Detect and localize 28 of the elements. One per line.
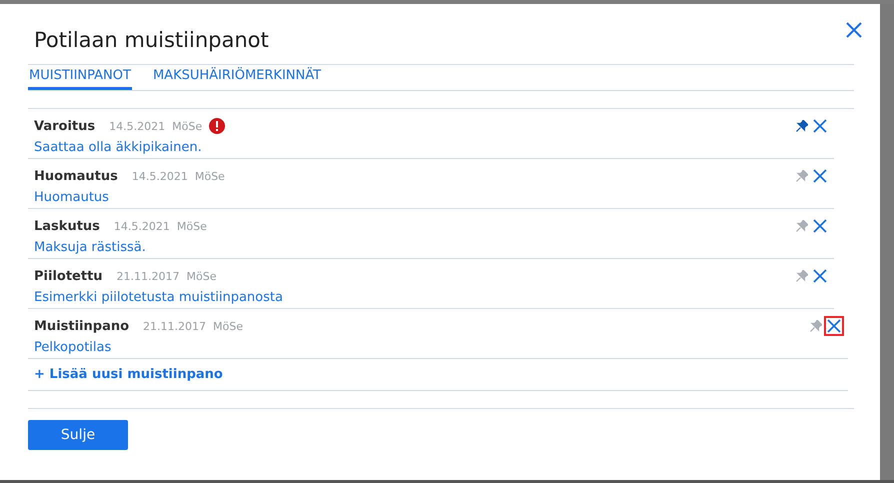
note-date: 21.11.2017 [116, 270, 180, 282]
note-type: Varoitus [34, 118, 96, 134]
add-note-link[interactable]: + Lisää uusi muistiinpano [34, 367, 223, 382]
note-author: MöSe [176, 220, 207, 232]
note-author: MöSe [172, 120, 202, 132]
note-type: Laskutus [34, 218, 100, 234]
note-date: 14.5.2021 [132, 170, 188, 182]
note-author: MöSe [186, 270, 217, 282]
note-date: 21.11.2017 [143, 320, 206, 332]
note-text[interactable]: Saattaa olla äkkipikainen. [34, 140, 202, 155]
close-button[interactable]: Sulje [28, 420, 128, 450]
note-type: Muistiinpano [34, 318, 130, 334]
note-author: MöSe [194, 170, 225, 182]
note-text[interactable]: Pelkopotilas [34, 340, 112, 355]
close-icon[interactable] [846, 22, 862, 38]
dialog-title: Potilaan muistiinpanot [34, 28, 269, 52]
delete-button[interactable] [824, 316, 844, 336]
pin-icon[interactable] [796, 120, 808, 132]
note-text[interactable]: Maksuja rästissä. [34, 240, 146, 255]
note-text[interactable]: Esimerkki piilotetusta muistiinpanosta [34, 290, 283, 305]
note-date: 14.5.2021 [109, 120, 166, 132]
note-author: MöSe [213, 320, 243, 332]
note-text[interactable]: Huomautus [34, 190, 109, 205]
note-type: Huomautus [34, 168, 118, 184]
tab[interactable]: MUISTIINPANOT [28, 65, 132, 90]
note-type: Piilotettu [34, 268, 103, 284]
tab[interactable]: MAKSUHÄIRIÖMERKINNÄT [152, 65, 322, 90]
note-date: 14.5.2021 [114, 220, 170, 232]
